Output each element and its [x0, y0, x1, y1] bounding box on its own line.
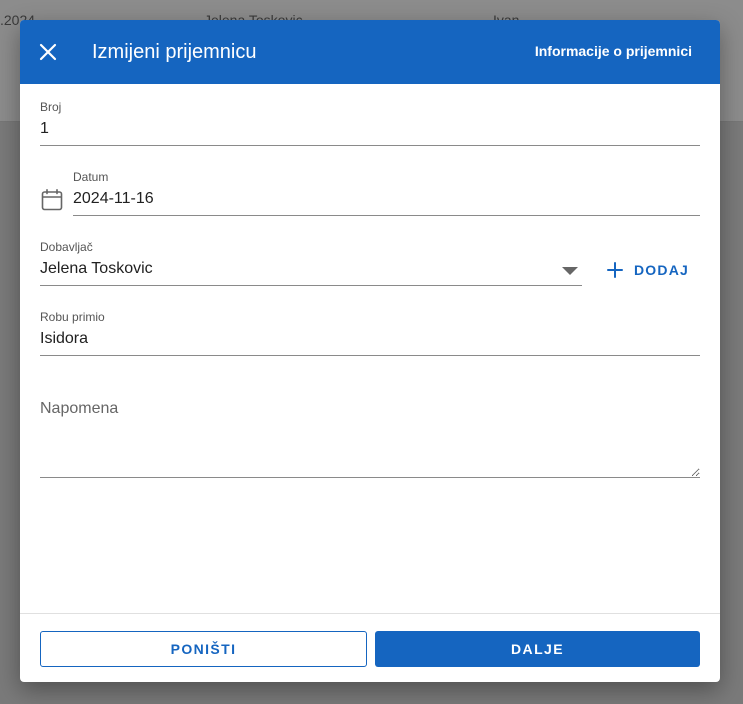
chevron-down-icon[interactable] [560, 265, 580, 277]
robu-primio-label: Robu primio [40, 310, 105, 324]
add-button-label: DODAJ [634, 262, 690, 278]
robu-primio-underline [40, 355, 700, 356]
close-button[interactable] [34, 38, 62, 66]
dialog-title: Izmijeni prijemnicu [92, 41, 257, 63]
dialog-footer: PONIŠTI DALJE [20, 613, 720, 682]
dialog-header: Izmijeni prijemnicu Informacije o prijem… [20, 20, 720, 84]
edit-receipt-dialog: Izmijeni prijemnicu Informacije o prijem… [20, 20, 720, 682]
napomena-textarea[interactable] [40, 390, 700, 478]
dobavljac-label: Dobavljač [40, 240, 93, 254]
datum-underline [73, 215, 700, 216]
broj-field[interactable]: 1 [40, 120, 700, 144]
receipt-info-link[interactable]: Informacije o prijemnici [535, 43, 692, 59]
datum-label: Datum [73, 170, 109, 184]
next-button[interactable]: DALJE [375, 631, 700, 667]
cancel-button[interactable]: PONIŠTI [40, 631, 367, 667]
dobavljac-select[interactable]: Jelena Toskovic [40, 260, 582, 284]
datum-field[interactable]: 2024-11-16 [73, 190, 700, 214]
calendar-icon[interactable] [40, 188, 64, 212]
robu-primio-field[interactable]: Isidora [40, 330, 700, 354]
plus-icon [607, 262, 623, 278]
close-icon [39, 43, 57, 61]
broj-underline [40, 145, 700, 146]
add-supplier-button[interactable]: DODAJ [598, 254, 700, 286]
dobavljac-underline [40, 285, 582, 286]
broj-label: Broj [40, 100, 62, 114]
